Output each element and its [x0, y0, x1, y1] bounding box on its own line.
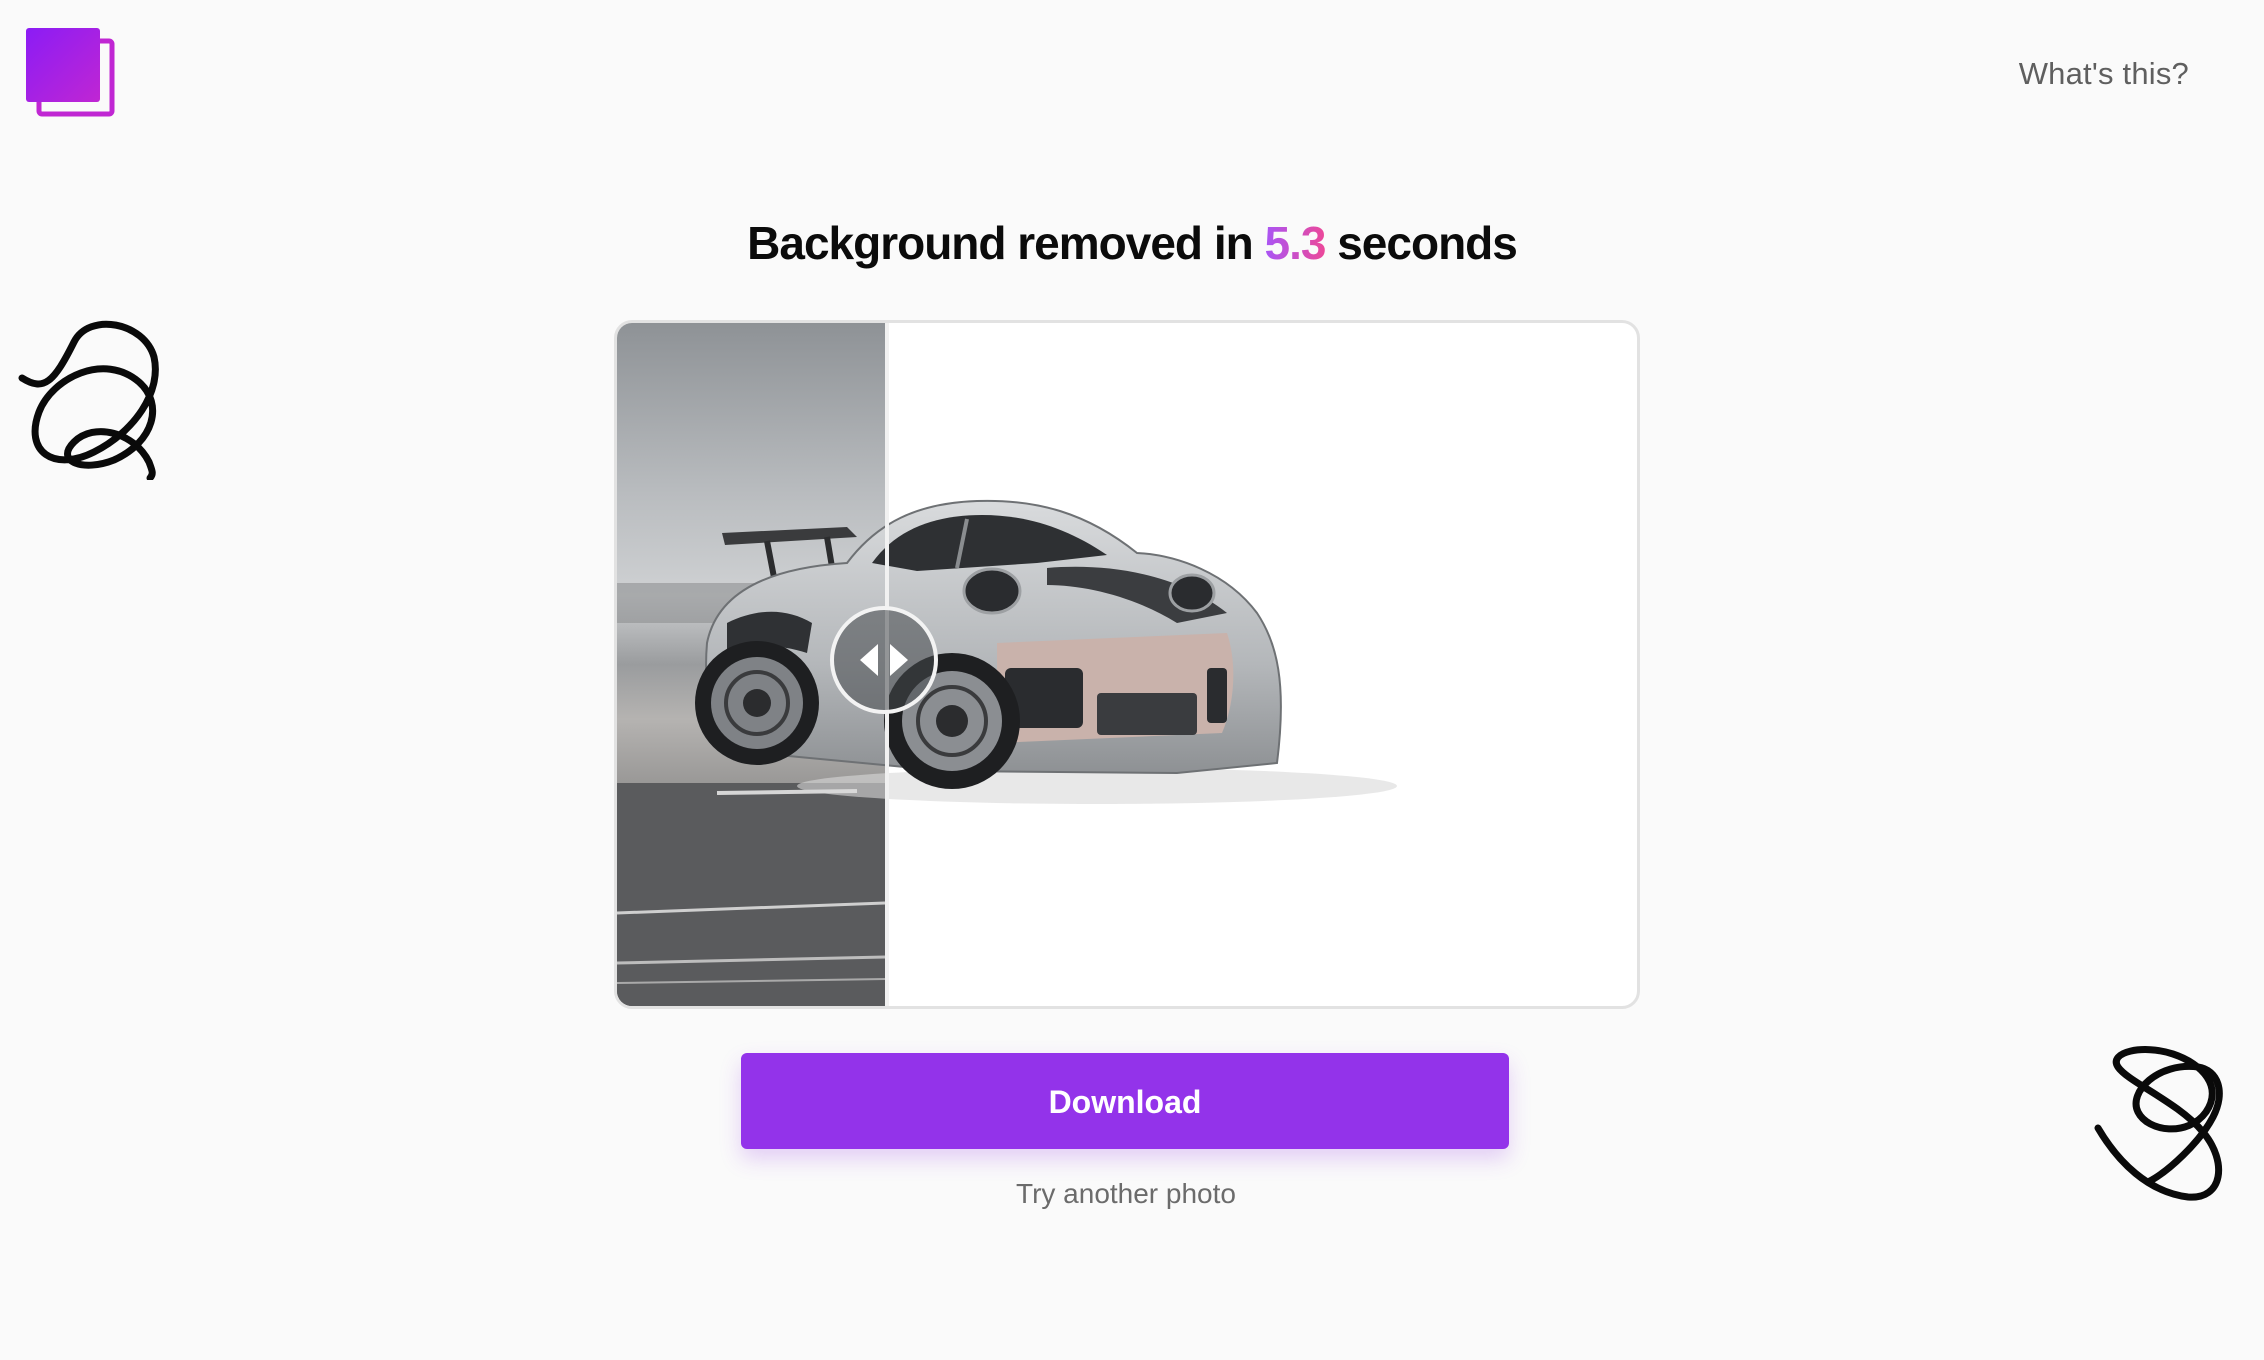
try-another-photo-link[interactable]: Try another photo: [0, 1178, 2252, 1210]
before-after-comparison[interactable]: [614, 320, 1640, 1009]
download-button[interactable]: Download: [741, 1053, 1509, 1149]
whats-this-link[interactable]: What's this?: [2019, 56, 2189, 92]
scribble-left-icon: [14, 312, 164, 482]
app-logo[interactable]: [24, 26, 116, 118]
left-right-arrows-icon: [860, 644, 908, 676]
title-prefix: Background removed in: [747, 217, 1254, 269]
page-title: Background removed in 5.3 seconds: [0, 216, 2264, 270]
processing-time: 5.3: [1264, 217, 1326, 269]
comparison-slider-handle[interactable]: [830, 606, 938, 714]
stacked-squares-logo-icon: [26, 28, 115, 117]
title-suffix: seconds: [1337, 217, 1518, 269]
car-image: [617, 323, 1397, 1006]
